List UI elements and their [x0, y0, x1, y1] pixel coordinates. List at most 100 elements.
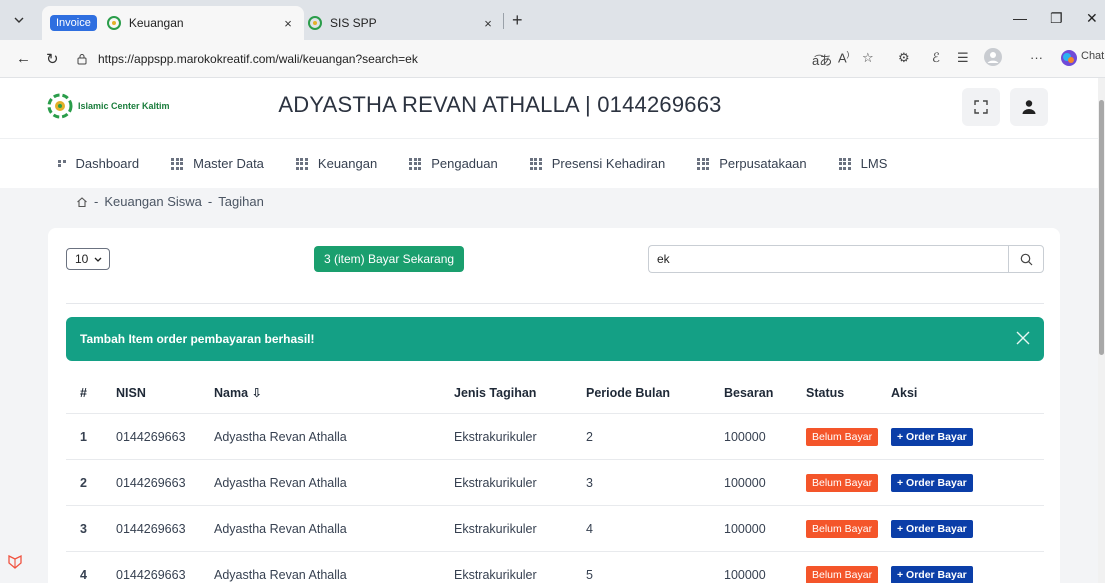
table-row: 4 0144269663 Adyastha Revan Athalla Ekst… — [66, 552, 1044, 583]
cell-besaran: 100000 — [724, 521, 766, 536]
col-header-nama[interactable]: Nama ⇩ — [214, 385, 454, 400]
col-header-status[interactable]: Status — [795, 386, 891, 400]
copilot-icon[interactable] — [1060, 49, 1078, 70]
cell-periode: 3 — [586, 475, 593, 490]
search-button[interactable] — [1008, 245, 1044, 273]
tab-actions-button[interactable] — [8, 9, 30, 31]
tab-group-label[interactable]: Invoice — [50, 15, 97, 31]
menu-item-presensi[interactable]: Presensi Kehadiran — [529, 156, 665, 171]
col-header-besaran[interactable]: Besaran — [724, 386, 795, 400]
dashboard-icon — [58, 159, 66, 168]
read-aloud-icon[interactable]: A) — [838, 50, 849, 65]
page-scrollbar-thumb[interactable] — [1099, 100, 1104, 355]
favorites-list-icon[interactable]: ☰ — [957, 50, 969, 66]
order-bayar-button[interactable]: + Order Bayar — [891, 519, 973, 538]
more-options-icon[interactable]: ··· — [1030, 50, 1043, 65]
close-tab-icon[interactable]: × — [478, 16, 498, 31]
tagihan-card: 10 3 (item) Bayar Sekarang ek Tambah Ite… — [48, 228, 1060, 583]
cell-no: 3 — [80, 521, 87, 536]
col-header-jenis[interactable]: Jenis Tagihan — [454, 386, 562, 400]
back-arrow-icon[interactable]: ← — [16, 50, 31, 67]
chat-button[interactable]: Chat — [1081, 50, 1104, 62]
fullscreen-button[interactable] — [962, 88, 1000, 126]
cell-besaran: 100000 — [724, 567, 766, 582]
close-icon[interactable] — [1014, 329, 1032, 347]
menu-label: LMS — [860, 156, 888, 171]
status-cell: Belum Bayar — [795, 565, 891, 583]
status-badge: Belum Bayar — [806, 565, 879, 583]
cell-besaran: 100000 — [724, 429, 766, 444]
close-tab-icon[interactable]: × — [278, 16, 298, 31]
minimize-icon[interactable]: — — [1013, 10, 1027, 26]
pay-now-button[interactable]: 3 (item) Bayar Sekarang — [314, 246, 465, 272]
chevron-down-icon — [94, 257, 102, 262]
cell-periode: 2 — [586, 429, 593, 444]
success-alert: Tambah Item order pembayaran berhasil! — [66, 317, 1044, 361]
table-row: 3 0144269663 Adyastha Revan Athalla Ekst… — [66, 506, 1044, 552]
favorite-star-icon[interactable]: ☆ — [862, 50, 874, 66]
extensions-icon[interactable]: ⚙ — [898, 50, 910, 66]
school-favicon-icon — [308, 16, 322, 30]
search-input[interactable]: ek — [648, 245, 1008, 273]
profile-avatar-icon[interactable] — [984, 48, 1002, 69]
col-header-periode[interactable]: Periode Bulan — [562, 386, 724, 400]
grid-icon — [409, 157, 422, 170]
address-bar: ← ↻ https://appspp.marokokreatif.com/wal… — [0, 40, 1105, 78]
cell-nisn: 0144269663 — [116, 567, 186, 582]
status-badge: Belum Bayar — [806, 473, 879, 492]
tagihan-table: # NISN Nama ⇩ Jenis Tagihan Periode Bula… — [66, 372, 1044, 583]
status-cell: Belum Bayar — [795, 473, 891, 492]
tab-sis-spp[interactable]: SIS SPP × — [304, 6, 504, 40]
cell-jenis: Ekstrakurikuler — [454, 429, 537, 444]
order-bayar-button[interactable]: + Order Bayar — [891, 473, 973, 492]
user-icon — [1022, 100, 1036, 114]
breadcrumb-separator: - — [94, 194, 99, 209]
menu-label: Keuangan — [317, 156, 378, 171]
cell-jenis: Ekstrakurikuler — [454, 475, 537, 490]
action-cell: + Order Bayar — [891, 473, 1031, 492]
status-badge: Belum Bayar — [806, 427, 879, 446]
order-bayar-button[interactable]: + Order Bayar — [891, 565, 973, 583]
new-tab-button[interactable]: + — [512, 10, 523, 31]
school-favicon-icon — [106, 16, 121, 30]
refresh-icon[interactable]: ↻ — [46, 50, 59, 68]
home-icon[interactable] — [76, 196, 88, 208]
menu-item-lms[interactable]: LMS — [838, 156, 888, 171]
table-row: 2 0144269663 Adyastha Revan Athalla Ekst… — [66, 460, 1044, 506]
grid-icon — [171, 157, 184, 170]
menu-item-pengaduan[interactable]: Pengaduan — [409, 156, 498, 171]
order-bayar-button[interactable]: + Order Bayar — [891, 427, 973, 446]
col-header-no: # — [80, 385, 87, 400]
col-header-nisn[interactable]: NISN — [116, 386, 214, 400]
action-cell: + Order Bayar — [891, 565, 1031, 583]
menu-item-master-data[interactable]: Master Data — [171, 156, 264, 171]
laravel-debug-icon[interactable] — [6, 553, 24, 571]
menu-item-dashboard[interactable]: Dashboard — [58, 156, 139, 171]
menu-label: Master Data — [193, 156, 264, 171]
cell-no: 1 — [80, 429, 87, 444]
menu-item-perpustakaan[interactable]: Perpusatakaan — [697, 156, 807, 171]
site-info-icon[interactable] — [76, 53, 92, 65]
cell-no: 2 — [80, 475, 87, 490]
menu-label: Pengaduan — [431, 156, 498, 171]
cell-jenis: Ekstrakurikuler — [454, 567, 537, 582]
close-window-icon[interactable]: ✕ — [1086, 10, 1098, 27]
grid-icon — [697, 157, 710, 170]
cell-nisn: 0144269663 — [116, 521, 186, 536]
breadcrumb-keuangan-siswa[interactable]: Keuangan Siswa — [104, 194, 202, 209]
menu-item-keuangan[interactable]: Keuangan — [295, 156, 378, 171]
per-page-select[interactable]: 10 — [66, 248, 110, 270]
table-header-row: # NISN Nama ⇩ Jenis Tagihan Periode Bula… — [66, 372, 1044, 414]
translate-icon[interactable]: a͡あ — [812, 50, 832, 69]
cell-nama: Adyastha Revan Athalla — [214, 429, 347, 444]
alert-message: Tambah Item order pembayaran berhasil! — [80, 332, 315, 346]
grid-icon — [838, 157, 851, 170]
user-menu-button[interactable] — [1010, 88, 1048, 126]
action-cell: + Order Bayar — [891, 519, 1031, 538]
breadcrumb-separator: - — [207, 194, 213, 209]
url-field[interactable]: https://appspp.marokokreatif.com/wali/ke… — [76, 46, 882, 72]
split-screen-icon[interactable]: ℰ — [932, 50, 940, 66]
tab-keuangan[interactable]: Invoice Keuangan × — [42, 6, 304, 40]
restore-icon[interactable]: ❐ — [1050, 10, 1063, 27]
cell-nama: Adyastha Revan Athalla — [214, 567, 347, 582]
